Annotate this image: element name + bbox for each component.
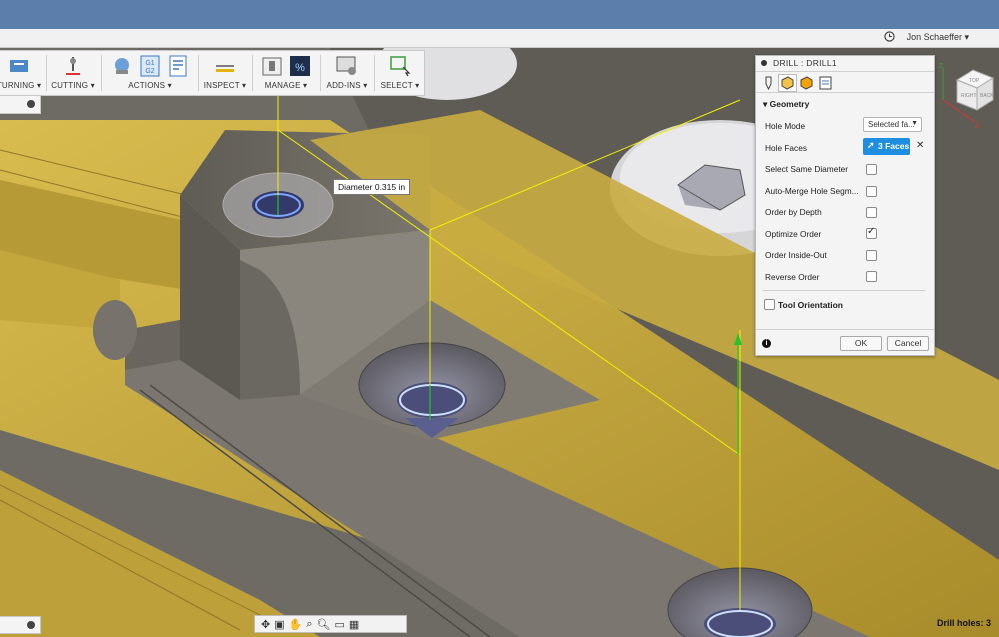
tool-orientation-label: Tool Orientation bbox=[778, 300, 844, 310]
hole-mode-value: Selected fa... bbox=[868, 120, 915, 129]
reverse-order-checkbox[interactable] bbox=[866, 271, 877, 282]
svg-text:%: % bbox=[295, 62, 305, 74]
add-ins-label: ADD-INS ▾ bbox=[326, 81, 368, 90]
setup-sheet-icon bbox=[169, 55, 187, 77]
option-label: Select Same Diameter bbox=[765, 164, 849, 174]
toolbar-group-add-ins[interactable]: ADD-INS ▾ bbox=[322, 51, 372, 95]
app-title-bar bbox=[0, 0, 999, 29]
toolbar-group-manage[interactable]: % MANAGE ▾ bbox=[255, 51, 317, 95]
optimize-order-checkbox[interactable] bbox=[866, 226, 877, 239]
tool-library-icon bbox=[262, 57, 282, 76]
option-label: Auto-Merge Hole Segm... bbox=[765, 186, 859, 196]
select-icon bbox=[390, 56, 411, 77]
clear-selection-icon[interactable]: ✕ bbox=[916, 140, 924, 151]
hole-mode-label: Hole Mode bbox=[765, 121, 806, 131]
toolbar-group-actions[interactable]: G1 G2 ACTIONS ▾ bbox=[104, 51, 196, 95]
navigation-bar: ✥ ▣ ✋ ⌕ 🔍︎ ▭ ▦ bbox=[254, 615, 407, 633]
clock-icon[interactable] bbox=[884, 31, 895, 42]
cycle-tab-icon bbox=[819, 76, 832, 90]
dialog-tabs bbox=[756, 72, 934, 93]
turning-icon bbox=[10, 60, 28, 72]
cutting-icon bbox=[66, 57, 80, 75]
heights-tab-icon bbox=[800, 76, 813, 90]
hole-mode-select[interactable]: Selected fa... ▼ bbox=[863, 117, 922, 132]
diameter-tooltip: Diameter 0.315 in bbox=[333, 179, 411, 195]
geometry-section-label: Geometry bbox=[769, 99, 810, 109]
divider bbox=[763, 290, 925, 291]
tab-geometry[interactable] bbox=[778, 74, 797, 92]
svg-text:Z: Z bbox=[939, 63, 944, 70]
tab-tool[interactable] bbox=[759, 74, 778, 92]
geometry-section-header[interactable]: ▾ Geometry bbox=[763, 99, 809, 110]
option-label: Optimize Order bbox=[765, 229, 822, 239]
order-by-depth-checkbox[interactable] bbox=[866, 207, 877, 218]
post-process-icon: G1 G2 bbox=[140, 55, 160, 77]
geometry-tab-icon bbox=[781, 76, 794, 90]
hole-faces-value: 3 Faces bbox=[878, 141, 910, 151]
status-text: Drill holes: 3 bbox=[936, 618, 991, 628]
toolbar-group-inspect[interactable]: INSPECT ▾ bbox=[200, 51, 250, 95]
dropdown-arrow-icon: ▼ bbox=[911, 120, 918, 127]
option-label: Order by Depth bbox=[765, 207, 822, 217]
toolbar-group-select[interactable]: SELECT ▾ bbox=[377, 51, 423, 95]
manage-label: MANAGE ▾ bbox=[264, 81, 308, 90]
option-label: Reverse Order bbox=[765, 272, 820, 282]
viewcube-back-label: BACK bbox=[980, 93, 994, 99]
actions-label: ACTIONS ▾ bbox=[128, 81, 172, 90]
select-same-diameter-checkbox[interactable] bbox=[866, 164, 877, 175]
toolbar-group-turning[interactable]: TURNING ▾ bbox=[0, 51, 42, 95]
ok-button[interactable]: OK bbox=[840, 336, 882, 351]
tool-tab-icon bbox=[765, 76, 772, 91]
toolbar-group-cutting[interactable]: CUTTING ▾ bbox=[50, 51, 96, 95]
tool-orientation-checkbox[interactable] bbox=[764, 299, 775, 310]
select-label: SELECT ▾ bbox=[380, 81, 420, 90]
simulate-icon bbox=[115, 58, 129, 74]
browser-panel-collapsed[interactable] bbox=[0, 95, 41, 114]
svg-text:G1: G1 bbox=[145, 60, 154, 67]
look-at-icon[interactable]: ▣ bbox=[274, 618, 284, 631]
comments-panel-collapsed[interactable] bbox=[0, 616, 41, 634]
inspect-label: INSPECT ▾ bbox=[203, 81, 247, 90]
collapse-icon[interactable] bbox=[761, 60, 767, 66]
pan-icon[interactable]: ✋ bbox=[289, 618, 303, 631]
tab-heights[interactable] bbox=[797, 74, 816, 92]
comments-toggle-icon[interactable] bbox=[27, 621, 35, 629]
viewcube-top-label: TOP bbox=[969, 78, 980, 84]
drill-dialog: DRILL : DRILL1 ▾ Geometry Hole Mode Sele… bbox=[755, 55, 935, 356]
template-library-icon: % bbox=[290, 56, 310, 76]
auto-merge-checkbox[interactable] bbox=[866, 186, 877, 197]
grid-settings-icon[interactable]: ▦ bbox=[349, 618, 359, 631]
zoom-window-icon[interactable]: ⌕ bbox=[306, 618, 312, 631]
cursor-icon: ➚ bbox=[867, 140, 875, 150]
dialog-header[interactable]: DRILL : DRILL1 bbox=[756, 56, 934, 72]
orbit-icon[interactable]: ✥ bbox=[261, 618, 270, 631]
cutting-label: CUTTING ▾ bbox=[51, 81, 95, 90]
main-toolbar: TURNING ▾ CUTTING ▾ G1 G2 ACTIONS ▾ INSP… bbox=[0, 50, 425, 96]
expand-caret-icon: ▾ bbox=[763, 99, 770, 109]
viewcube-right-label: RIGHT bbox=[961, 93, 977, 99]
measure-icon bbox=[216, 65, 234, 72]
view-cube[interactable]: Z X TOP RIGHT BACK bbox=[935, 60, 997, 130]
divider bbox=[756, 329, 934, 330]
tab-cycle[interactable] bbox=[816, 74, 835, 92]
svg-text:X: X bbox=[975, 123, 980, 130]
hole-faces-label: Hole Faces bbox=[765, 143, 807, 153]
user-menu[interactable]: Jon Schaeffer ▾ bbox=[907, 32, 969, 43]
browser-toggle-icon[interactable] bbox=[27, 100, 35, 108]
hole-faces-selection-button[interactable]: ➚ 3 Faces bbox=[863, 138, 910, 155]
turning-label: TURNING ▾ bbox=[0, 81, 42, 90]
info-icon[interactable]: i bbox=[762, 339, 771, 348]
zoom-icon[interactable]: 🔍︎ bbox=[317, 618, 331, 631]
svg-text:G2: G2 bbox=[145, 68, 154, 75]
order-inside-out-checkbox[interactable] bbox=[866, 250, 877, 261]
scripts-icon bbox=[336, 56, 356, 75]
cancel-button[interactable]: Cancel bbox=[887, 336, 929, 351]
display-settings-icon[interactable]: ▭ bbox=[334, 618, 344, 631]
dialog-title: DRILL : DRILL1 bbox=[773, 58, 837, 68]
option-label: Order Inside-Out bbox=[765, 250, 827, 260]
user-bar: Jon Schaeffer ▾ bbox=[0, 29, 999, 48]
